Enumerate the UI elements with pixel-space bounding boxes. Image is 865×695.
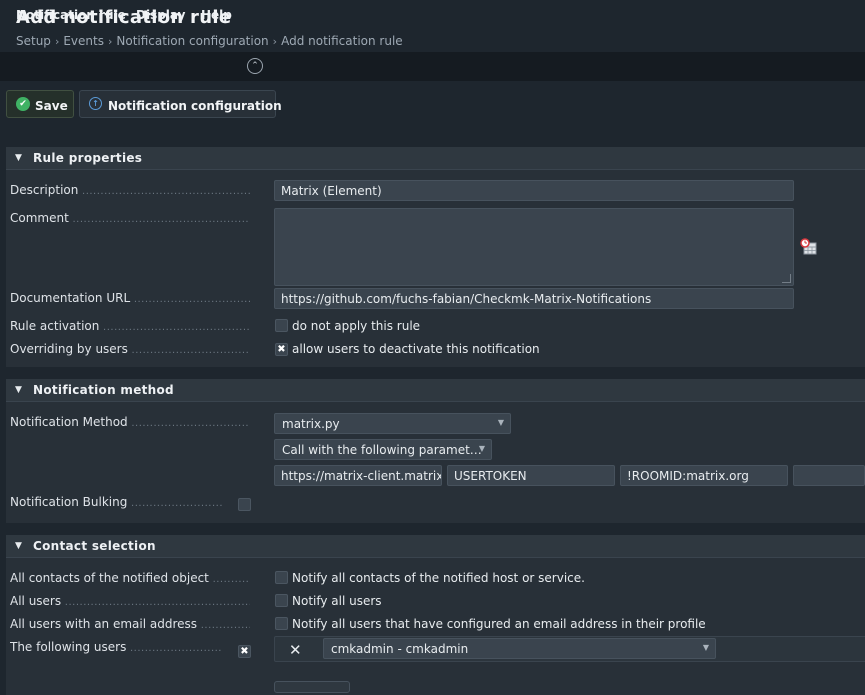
section-title: Notification method: [33, 383, 174, 397]
description-label: Description: [10, 183, 250, 197]
param-input-3[interactable]: !ROOMID:matrix.org: [620, 465, 788, 486]
overriding-checkbox-label[interactable]: allow users to deactivate this notificat…: [292, 342, 540, 356]
arrow-up-circle-icon: ↑: [89, 97, 102, 110]
chevron-down-icon: ▼: [478, 444, 485, 453]
chevron-down-icon: ▼: [702, 643, 709, 652]
user-select[interactable]: cmkadmin - cmkadmin ▼: [323, 638, 716, 659]
param-input-1[interactable]: https://matrix-client.matrix.org: [274, 465, 442, 486]
all-users-email-checkbox-label[interactable]: Notify all users that have configured an…: [292, 617, 706, 631]
resize-grip-icon[interactable]: [782, 274, 791, 283]
notification-method-label: Notification Method: [10, 415, 250, 429]
chevron-right-icon: ›: [54, 35, 60, 48]
save-button-label: Save: [35, 99, 68, 113]
section-header-rule-properties[interactable]: ▼ Rule properties: [6, 147, 865, 170]
overriding-checkbox[interactable]: ✖: [275, 343, 288, 356]
rule-activation-checkbox-label[interactable]: do not apply this rule: [292, 319, 420, 333]
chevron-right-icon: ›: [272, 35, 278, 48]
section-title: Contact selection: [33, 539, 156, 553]
rule-activation-checkbox[interactable]: [275, 319, 288, 332]
triangle-down-icon: ▼: [15, 541, 22, 551]
breadcrumb: Setup › Events › Notification configuration ›…: [16, 34, 403, 48]
notification-configuration-button[interactable]: ↑ Notification configuration: [79, 90, 282, 118]
breadcrumb-add-notification-rule[interactable]: Add notification rule: [281, 34, 403, 48]
chevron-up-circle-icon[interactable]: ⌃: [247, 58, 263, 74]
param-input-4[interactable]: [793, 465, 865, 486]
description-input[interactable]: Matrix (Element): [274, 180, 794, 201]
triangle-down-icon: ▼: [15, 385, 22, 395]
save-button[interactable]: ✔ Save: [6, 90, 74, 118]
menu-notification-rule[interactable]: Notification rule: [16, 8, 126, 22]
following-users-label: The following users: [10, 640, 222, 654]
add-user-button[interactable]: [274, 681, 350, 693]
notification-method-value: matrix.py: [282, 417, 340, 431]
call-parameters-select[interactable]: Call with the following paramet… ▼: [274, 439, 492, 460]
all-users-label: All users: [10, 594, 250, 608]
menu-help[interactable]: Help: [201, 8, 232, 22]
triangle-down-icon: ▼: [15, 153, 22, 163]
breadcrumb-notification-configuration[interactable]: Notification configuration: [116, 34, 268, 48]
all-users-email-label: All users with an email address: [10, 617, 250, 631]
all-contacts-checkbox-label[interactable]: Notify all contacts of the notified host…: [292, 571, 585, 585]
comment-label: Comment: [10, 211, 250, 225]
section-header-contact-selection[interactable]: ▼ Contact selection: [6, 535, 865, 558]
all-contacts-label: All contacts of the notified object: [10, 571, 250, 585]
notification-bulking-checkbox[interactable]: [238, 498, 251, 511]
documentation-url-input[interactable]: https://github.com/fuchs-fabian/Checkmk-…: [274, 288, 794, 309]
section-title: Rule properties: [33, 151, 143, 165]
breadcrumb-setup[interactable]: Setup: [16, 34, 51, 48]
menu-bar: [0, 52, 865, 81]
all-users-email-checkbox[interactable]: [275, 617, 288, 630]
rule-activation-label: Rule activation: [10, 319, 250, 333]
breadcrumb-events[interactable]: Events: [63, 34, 104, 48]
check-circle-icon: ✔: [16, 97, 30, 111]
overriding-by-users-label: Overriding by users: [10, 342, 250, 356]
chevron-right-icon: ›: [107, 35, 113, 48]
chevron-down-icon: ▼: [497, 418, 504, 427]
comment-textarea[interactable]: [274, 208, 794, 286]
notification-method-select[interactable]: matrix.py ▼: [274, 413, 511, 434]
notification-configuration-label: Notification configuration: [108, 99, 282, 113]
menu-display[interactable]: Display: [136, 8, 185, 22]
notification-bulking-label: Notification Bulking: [10, 495, 222, 509]
call-parameters-value: Call with the following paramet…: [282, 443, 482, 457]
section-contact-selection: ▼ Contact selection: [6, 535, 865, 695]
documentation-url-label: Documentation URL: [10, 291, 250, 305]
following-users-checkbox[interactable]: ✖: [238, 645, 251, 658]
close-icon[interactable]: ✕: [289, 641, 302, 659]
user-select-value: cmkadmin - cmkadmin: [331, 642, 469, 656]
param-input-2[interactable]: USERTOKEN: [447, 465, 615, 486]
clock-calendar-icon[interactable]: [800, 238, 817, 255]
all-contacts-checkbox[interactable]: [275, 571, 288, 584]
all-users-checkbox-label[interactable]: Notify all users: [292, 594, 382, 608]
all-users-checkbox[interactable]: [275, 594, 288, 607]
section-header-notification-method[interactable]: ▼ Notification method: [6, 379, 865, 402]
